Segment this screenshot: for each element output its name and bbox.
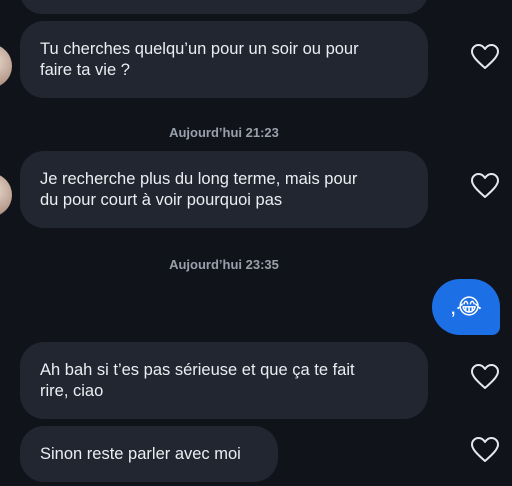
heart-outline-icon[interactable] — [471, 437, 499, 463]
message-bubble-incoming[interactable]: Tu cherches quelqu’un pour un soir ou po… — [20, 21, 428, 98]
message-text: ,😂 — [450, 294, 482, 319]
contact-avatar[interactable] — [0, 173, 12, 217]
message-bubble-incoming[interactable]: Je recherche plus du long terme, mais po… — [20, 151, 428, 228]
message-bubble-partial[interactable] — [20, 0, 428, 14]
message-text: Sinon reste parler avec moi — [40, 444, 241, 463]
heart-outline-icon[interactable] — [471, 44, 499, 70]
timestamp: Aujourd’hui 21:23 — [169, 125, 279, 140]
heart-outline-icon[interactable] — [471, 364, 499, 390]
message-text: Ah bah si t’es pas sérieuse et que ça te… — [40, 360, 355, 400]
message-bubble-outgoing[interactable]: ,😂 — [432, 279, 500, 335]
contact-avatar[interactable] — [0, 44, 12, 88]
chat-screen: Tu cherches quelqu’un pour un soir ou po… — [0, 0, 512, 486]
message-bubble-incoming[interactable]: Sinon reste parler avec moi — [20, 426, 278, 482]
message-text: Je recherche plus du long terme, mais po… — [40, 169, 358, 209]
message-bubble-incoming[interactable]: Ah bah si t’es pas sérieuse et que ça te… — [20, 342, 428, 419]
message-text: Tu cherches quelqu’un pour un soir ou po… — [40, 39, 359, 79]
timestamp: Aujourd’hui 23:35 — [169, 257, 279, 272]
heart-outline-icon[interactable] — [471, 173, 499, 199]
